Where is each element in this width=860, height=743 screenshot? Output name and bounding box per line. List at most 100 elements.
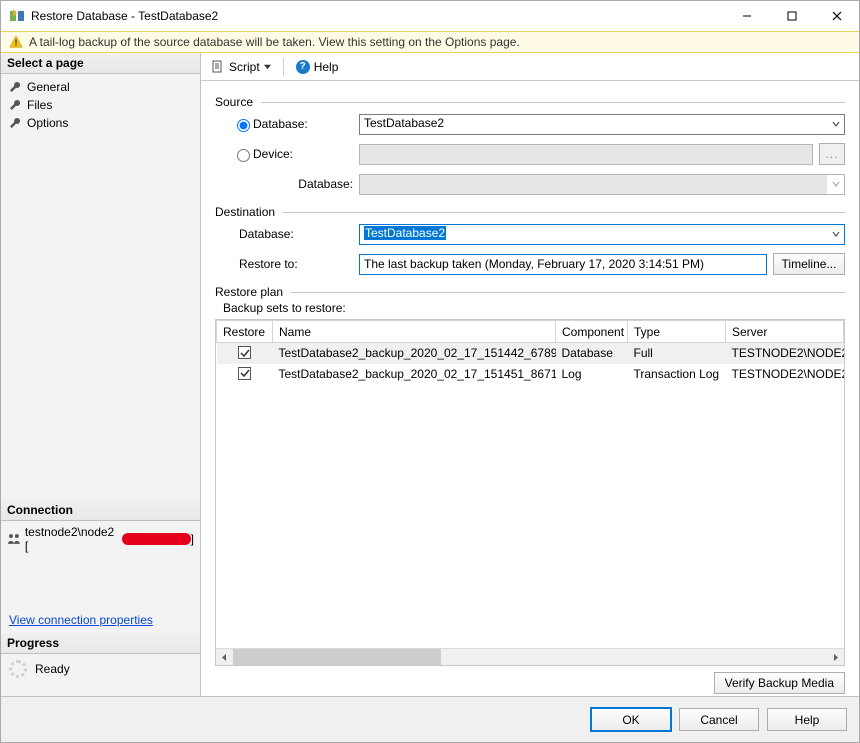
wrench-icon xyxy=(9,81,21,93)
redacted-text xyxy=(122,533,191,545)
warning-text: A tail-log backup of the source database… xyxy=(29,35,520,49)
server-icon xyxy=(7,532,21,546)
source-device-field xyxy=(359,144,813,165)
cell-server: TESTNODE2\NODE2 xyxy=(726,364,844,385)
ellipsis-icon: ... xyxy=(825,147,838,161)
restore-checkbox[interactable] xyxy=(238,367,251,380)
progress-status-row: Ready xyxy=(1,654,200,696)
script-label: Script xyxy=(229,60,260,74)
cell-server: TESTNODE2\NODE2 xyxy=(726,343,844,364)
connection-detail: testnode2\node2 [] xyxy=(1,521,200,557)
restore-to-value[interactable]: The last backup taken (Monday, February … xyxy=(359,254,767,275)
page-list: General Files Options xyxy=(1,74,200,136)
close-button[interactable] xyxy=(814,1,859,31)
page-label: General xyxy=(27,80,70,94)
restore-database-window: Restore Database - TestDatabase2 A tail-… xyxy=(0,0,860,743)
dialog-body: Select a page General Files Options Conn… xyxy=(1,53,859,696)
script-button[interactable]: Script xyxy=(207,58,275,76)
connection-header: Connection xyxy=(1,500,200,521)
cancel-button[interactable]: Cancel xyxy=(679,708,759,731)
select-page-header: Select a page xyxy=(1,53,200,74)
progress-header: Progress xyxy=(1,633,200,654)
chevron-down-icon[interactable] xyxy=(827,225,844,244)
chevron-down-icon[interactable] xyxy=(827,115,844,134)
scroll-thumb[interactable] xyxy=(233,649,441,666)
help-button[interactable]: Help xyxy=(767,708,847,731)
maximize-button[interactable] xyxy=(769,1,814,31)
grid-table: Restore Name Component Type Server TestD… xyxy=(216,320,844,384)
wrench-icon xyxy=(9,117,21,129)
verify-backup-media-button[interactable]: Verify Backup Media xyxy=(714,672,845,694)
restore-to-label: Restore to: xyxy=(239,257,298,271)
warning-bar: A tail-log backup of the source database… xyxy=(1,31,859,53)
restore-plan-group-label: Restore plan xyxy=(215,285,283,299)
page-label: Options xyxy=(27,116,68,130)
connection-text: testnode2\node2 [ xyxy=(25,525,120,553)
restore-plan-group: Restore plan xyxy=(215,285,845,299)
source-database-combo[interactable]: TestDatabase2 xyxy=(359,114,845,135)
scroll-left-button[interactable] xyxy=(216,649,233,666)
source-db-from-device-label: Database: xyxy=(298,177,353,191)
restore-checkbox[interactable] xyxy=(238,346,251,359)
right-pane: Script ? Help Source Databas xyxy=(201,53,859,696)
col-component[interactable]: Component xyxy=(556,321,628,343)
chevron-down-icon xyxy=(264,63,271,70)
chevron-down-icon xyxy=(827,175,844,194)
source-db-from-device-combo xyxy=(359,174,845,195)
view-connection-properties-link[interactable]: View connection properties xyxy=(1,607,200,633)
col-type[interactable]: Type xyxy=(628,321,726,343)
script-icon xyxy=(211,60,225,74)
cell-type: Transaction Log xyxy=(628,364,726,385)
destination-group-label: Destination xyxy=(215,205,275,219)
source-device-radio[interactable] xyxy=(237,149,250,162)
left-pane: Select a page General Files Options Conn… xyxy=(1,53,201,696)
browse-device-button[interactable]: ... xyxy=(819,143,845,165)
cell-component: Database xyxy=(556,343,628,364)
cell-name: TestDatabase2_backup_2020_02_17_151451_8… xyxy=(273,364,556,385)
help-toolbar-button[interactable]: ? Help xyxy=(292,58,343,76)
destination-database-label: Database: xyxy=(239,227,294,241)
cell-name: TestDatabase2_backup_2020_02_17_151442_6… xyxy=(273,343,556,364)
source-device-radio-label: Device: xyxy=(253,147,293,161)
horizontal-scrollbar[interactable] xyxy=(216,648,844,665)
dialog-button-bar: OK Cancel Help xyxy=(1,696,859,742)
col-server[interactable]: Server xyxy=(726,321,844,343)
help-icon: ? xyxy=(296,60,310,74)
window-title: Restore Database - TestDatabase2 xyxy=(31,9,724,23)
toolbar-separator xyxy=(283,58,284,76)
page-label: Files xyxy=(27,98,52,112)
page-general[interactable]: General xyxy=(1,78,200,96)
help-label: Help xyxy=(314,60,339,74)
progress-spinner-icon xyxy=(9,660,27,678)
page-files[interactable]: Files xyxy=(1,96,200,114)
scroll-right-button[interactable] xyxy=(827,649,844,666)
wrench-icon xyxy=(9,99,21,111)
table-row[interactable]: TestDatabase2_backup_2020_02_17_151451_8… xyxy=(217,364,844,385)
timeline-button[interactable]: Timeline... xyxy=(773,253,845,275)
ok-button[interactable]: OK xyxy=(591,708,671,731)
destination-database-value[interactable]: TestDatabase2 xyxy=(359,224,845,245)
source-database-radio-label: Database: xyxy=(253,117,308,131)
destination-group: Destination xyxy=(215,205,845,219)
source-group: Source xyxy=(215,95,845,109)
scroll-track[interactable] xyxy=(233,649,827,666)
table-row[interactable]: TestDatabase2_backup_2020_02_17_151442_6… xyxy=(217,343,844,364)
source-database-radio[interactable] xyxy=(237,119,250,132)
destination-database-combo[interactable]: TestDatabase2 xyxy=(359,224,845,245)
minimize-button[interactable] xyxy=(724,1,769,31)
cell-component: Log xyxy=(556,364,628,385)
backup-sets-grid[interactable]: Restore Name Component Type Server TestD… xyxy=(215,319,845,666)
window-buttons xyxy=(724,1,859,31)
app-icon xyxy=(9,8,25,24)
page-toolbar: Script ? Help xyxy=(201,53,859,81)
source-database-value: TestDatabase2 xyxy=(359,114,845,135)
progress-status-text: Ready xyxy=(35,662,70,676)
col-name[interactable]: Name xyxy=(273,321,556,343)
backup-sets-label: Backup sets to restore: xyxy=(215,299,845,315)
page-options[interactable]: Options xyxy=(1,114,200,132)
form-content: Source Database: TestDatabase2 xyxy=(201,81,859,696)
source-group-label: Source xyxy=(215,95,253,109)
titlebar: Restore Database - TestDatabase2 xyxy=(1,1,859,31)
warning-icon xyxy=(9,35,23,49)
col-restore[interactable]: Restore xyxy=(217,321,273,343)
